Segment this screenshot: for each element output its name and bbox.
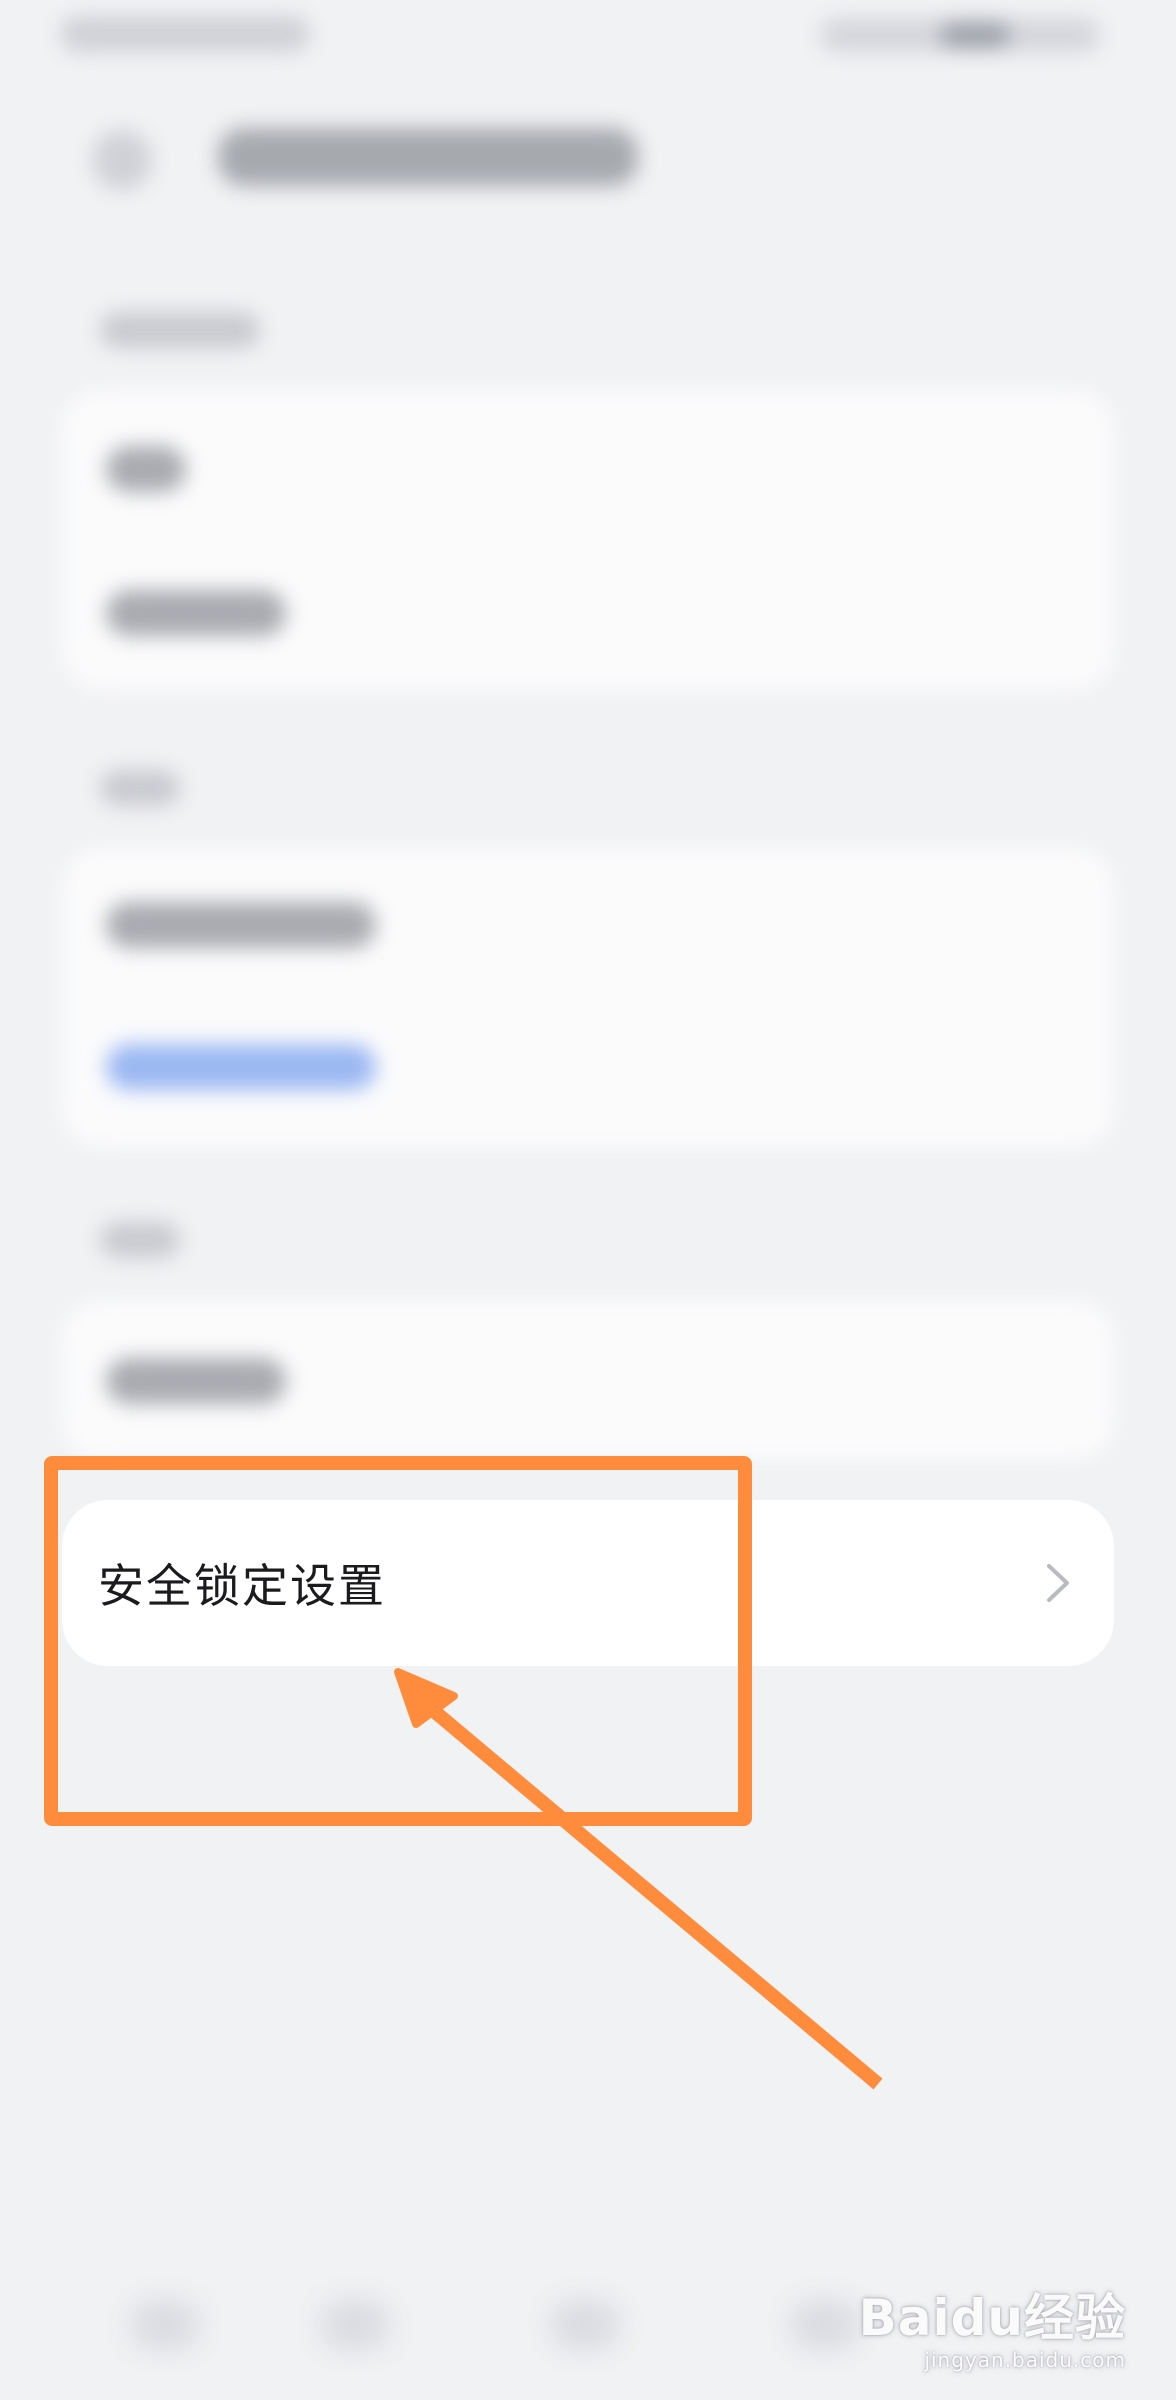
settings-row-1-label[interactable] <box>106 446 186 492</box>
section-label-2 <box>100 770 180 806</box>
watermark-url: jingyan.baidu.com <box>924 2348 1126 2372</box>
page-title <box>218 128 638 186</box>
settings-card-3 <box>62 1300 1114 1460</box>
battery-icon <box>940 22 1010 48</box>
settings-card-1 <box>62 390 1114 690</box>
settings-link-label[interactable] <box>106 1044 376 1090</box>
chevron-right-icon <box>1042 1562 1074 1604</box>
status-bar-indicators <box>820 18 1100 52</box>
baidu-jingyan-watermark: Baidu经验 jingyan.baidu.com <box>859 2278 1126 2372</box>
security-lock-settings-item[interactable]: 安全锁定设置 <box>62 1500 1114 1666</box>
settings-card-2 <box>62 848 1114 1148</box>
nav-item-3[interactable] <box>550 2300 620 2350</box>
nav-item-2[interactable] <box>320 2300 390 2350</box>
settings-row-4-label[interactable] <box>106 1358 286 1404</box>
back-arrow-icon[interactable] <box>92 130 152 190</box>
settings-row-3-label[interactable] <box>106 902 376 948</box>
security-lock-settings-label: 安全锁定设置 <box>98 1559 386 1613</box>
pointer-arrow-annotation <box>394 1668 883 2090</box>
section-label-1 <box>100 312 260 348</box>
settings-row-2-label[interactable] <box>106 590 286 636</box>
watermark-brand: Baidu经验 <box>858 2289 1126 2347</box>
nav-item-4[interactable] <box>790 2300 860 2350</box>
settings-screen: 安全锁定设置 Baidu经验 jingyan.baidu.com <box>0 0 1176 2400</box>
status-bar-time <box>60 16 310 52</box>
nav-item-1[interactable] <box>130 2300 200 2350</box>
section-label-3 <box>100 1222 180 1258</box>
